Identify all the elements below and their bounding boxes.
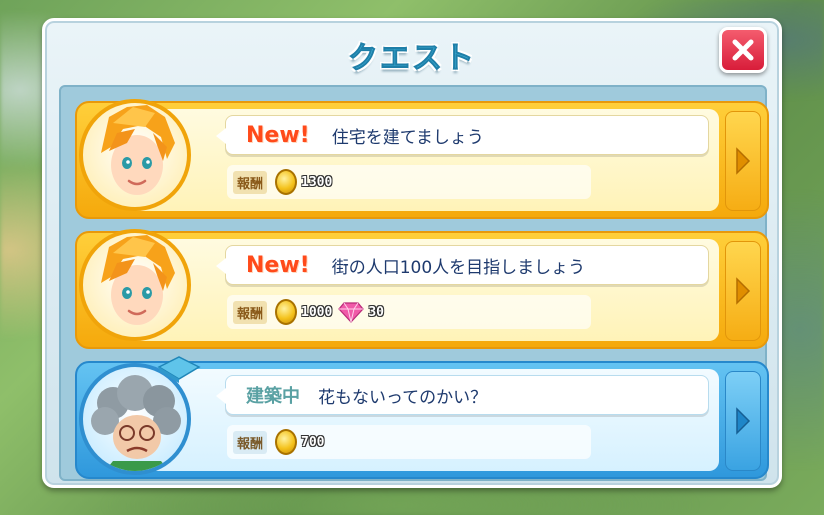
reward-row: 報酬 1300 <box>227 165 591 199</box>
close-button[interactable] <box>719 27 767 73</box>
open-quest-button[interactable] <box>725 371 761 471</box>
coin-amount: 1300 <box>301 174 333 190</box>
open-quest-button[interactable] <box>725 241 761 341</box>
reward-label: 報酬 <box>233 430 268 454</box>
quest-card[interactable]: New! 住宅を建てましょう 報酬 1300 <box>75 99 769 219</box>
open-quest-button[interactable] <box>725 111 761 211</box>
quest-card[interactable]: New! 街の人口100人を目指しましょう 報酬 1000 30 <box>75 229 769 349</box>
coin-icon <box>275 299 298 325</box>
chevron-right-icon <box>736 407 751 435</box>
in-progress-badge: 建築中 <box>246 386 300 407</box>
new-badge: New! <box>246 122 310 148</box>
chevron-right-icon <box>736 277 751 305</box>
close-icon <box>732 39 754 61</box>
character-portrait <box>79 229 191 341</box>
coin-icon <box>275 429 298 455</box>
coin-amount: 700 <box>301 434 325 450</box>
reward-row: 報酬 700 <box>227 425 591 459</box>
blonde-girl-avatar-icon <box>101 235 175 325</box>
reward-label: 報酬 <box>233 300 268 324</box>
character-portrait <box>79 99 191 211</box>
quest-description: 街の人口100人を目指しましょう <box>331 257 586 278</box>
quest-dialog: クエスト New! 住宅を建てましょう 報酬 1300 New! 街の人口100… <box>42 18 782 488</box>
blonde-girl-avatar-icon <box>101 105 175 195</box>
dialog-title: クエスト <box>348 41 476 77</box>
chevron-right-icon <box>736 147 751 175</box>
building-flag-icon <box>157 356 201 383</box>
gem-icon <box>338 302 365 323</box>
quest-speech-bubble: New! 街の人口100人を目指しましょう <box>216 245 709 285</box>
quest-speech-bubble: 建築中 花もないってのかい？ <box>216 375 709 415</box>
reward-row: 報酬 1000 30 <box>227 295 591 329</box>
quest-description: 住宅を建てましょう <box>331 127 484 148</box>
quest-description: 花もないってのかい？ <box>318 387 488 408</box>
reward-label: 報酬 <box>233 170 268 194</box>
gem-amount: 30 <box>368 304 384 320</box>
coin-icon <box>275 169 298 195</box>
new-badge: New! <box>246 252 310 278</box>
quest-card[interactable]: 建築中 花もないってのかい？ 報酬 700 <box>75 356 769 479</box>
quest-speech-bubble: New! 住宅を建てましょう <box>216 115 709 155</box>
quest-list: New! 住宅を建てましょう 報酬 1300 New! 街の人口100人を目指し… <box>59 85 769 481</box>
coin-amount: 1000 <box>301 304 333 320</box>
